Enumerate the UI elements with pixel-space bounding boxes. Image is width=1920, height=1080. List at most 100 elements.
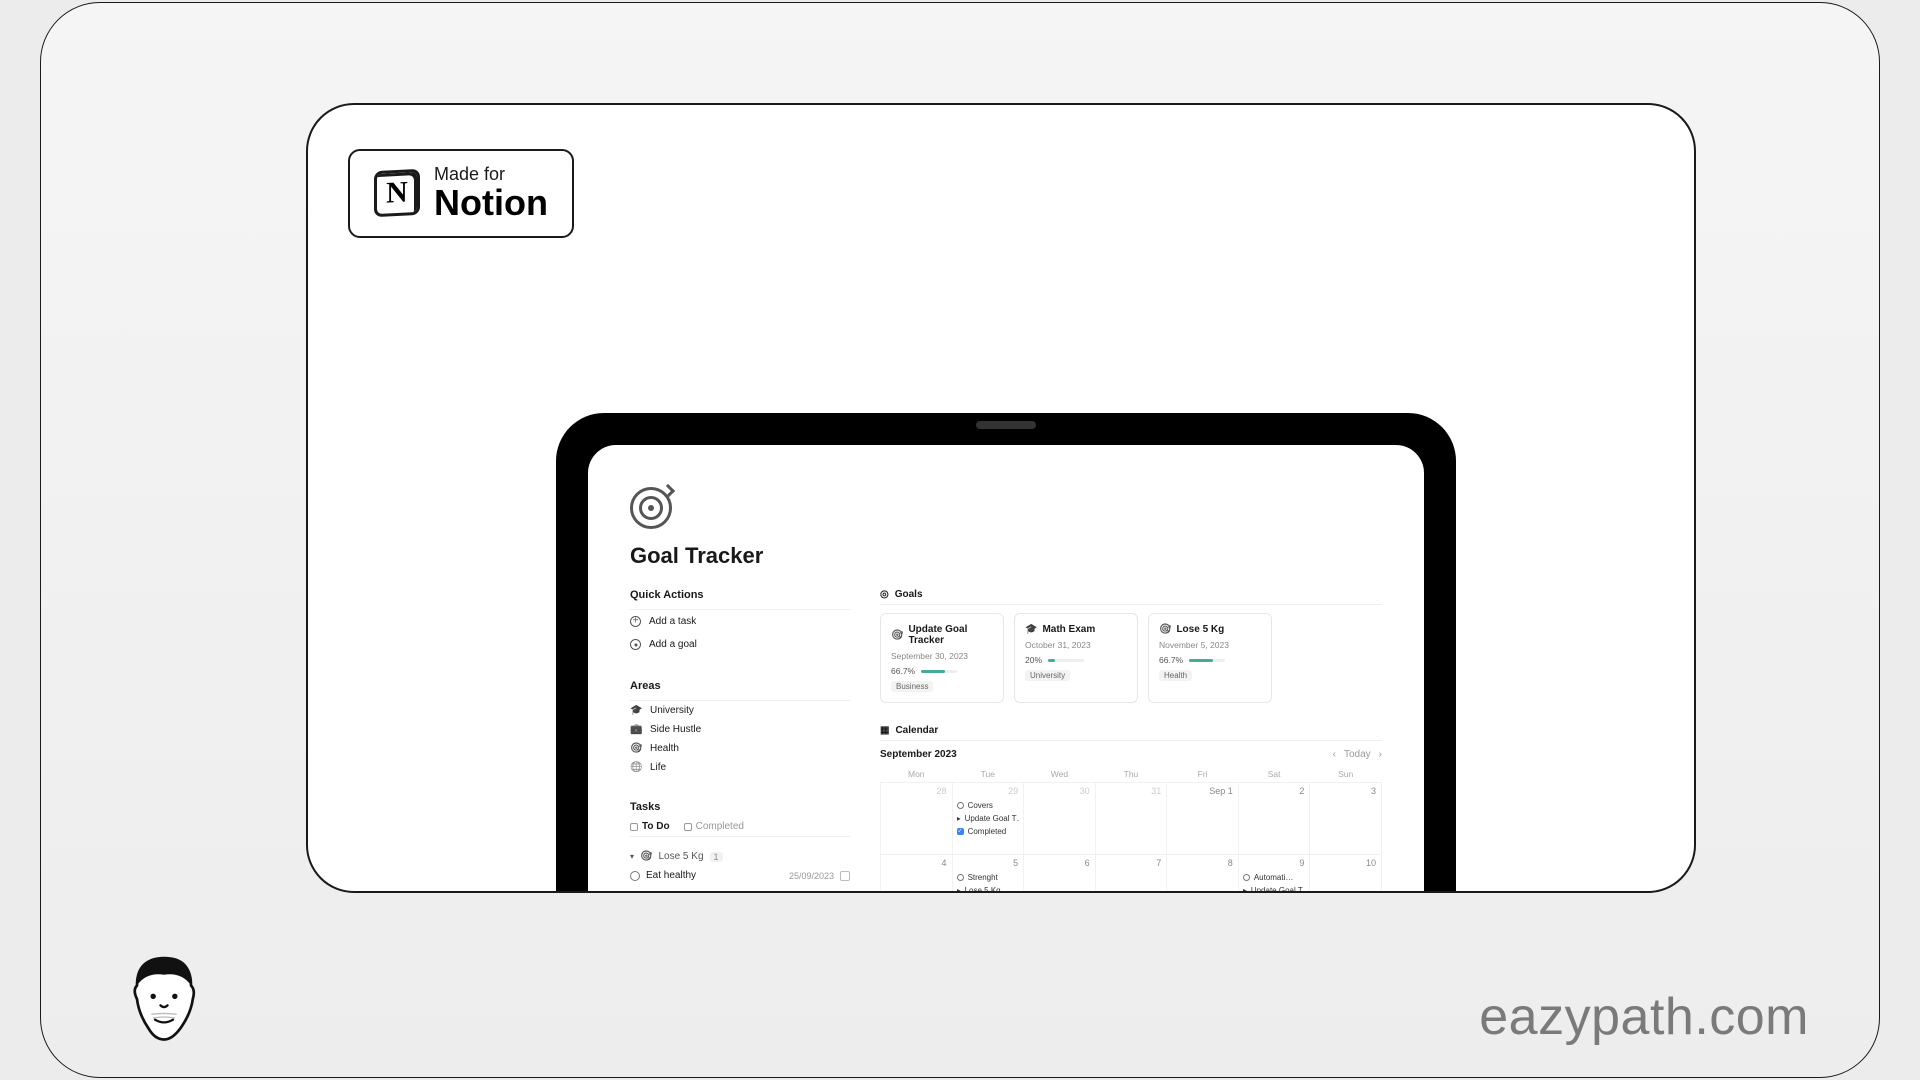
add-task-button[interactable]: Add a task [630, 610, 850, 633]
badge-line-2: Notion [434, 184, 548, 222]
calendar-dow: Mon [881, 766, 953, 783]
calendar-header: September 2023 ‹ Today › [880, 749, 1382, 760]
goal-title: Math Exam [1042, 624, 1095, 635]
goals-view-label: Goals [895, 589, 923, 600]
goal-card[interactable]: 🎯Update Goal Tracker September 30, 2023 … [880, 613, 1004, 703]
goal-tag: Business [891, 681, 933, 692]
graduation-cap-icon: 🎓 [1025, 624, 1037, 635]
calendar-event[interactable]: ▸Lose 5 Kg [957, 885, 1020, 893]
calendar-day-number: 7 [1156, 858, 1161, 868]
target-icon: 🎯 [630, 743, 642, 754]
task-group-toggle[interactable]: ▾ 🎯 Lose 5 Kg 1 [630, 847, 850, 866]
tablet-camera [976, 421, 1036, 429]
tab-todo[interactable]: To Do [630, 821, 670, 832]
calendar-event[interactable]: Strenght [957, 872, 1020, 883]
calendar-cell[interactable]: 3 [1310, 783, 1382, 855]
calendar-event[interactable]: ▸Update Goal T… [1243, 885, 1306, 893]
calendar-view-tab[interactable]: ▦ Calendar [880, 725, 1382, 741]
goal-card[interactable]: 🎓Math Exam October 31, 2023 20% Universi… [1014, 613, 1138, 703]
calendar-cell[interactable]: 2 [1238, 783, 1310, 855]
chevron-down-icon: ▾ [630, 852, 634, 861]
area-label: Side Hustle [650, 724, 701, 735]
goal-title: Lose 5 Kg [1176, 624, 1224, 635]
author-avatar [119, 949, 209, 1049]
calendar-dow: Fri [1167, 766, 1239, 783]
calendar-event[interactable]: ▸ Update Goal T… [957, 813, 1020, 824]
target-icon: 🎯 [1159, 624, 1171, 635]
calendar-month: September 2023 [880, 749, 957, 760]
calendar-day-number: 28 [937, 786, 947, 796]
globe-icon: 🌐 [630, 762, 642, 773]
calendar-event[interactable]: Automati… [1243, 872, 1306, 883]
list-icon [684, 823, 692, 831]
task-row[interactable]: Eat healthy 25/09/2023 [630, 866, 850, 885]
sidebar-area-item[interactable]: 🌐 Life [630, 758, 850, 777]
calendar-cell[interactable]: 4 [881, 855, 953, 894]
made-for-notion-badge: N Made for Notion [348, 149, 574, 238]
sidebar-area-item[interactable]: 🎓University [630, 701, 850, 720]
calendar-icon: ▦ [880, 725, 889, 736]
event-label: Update Goal T… [965, 813, 1020, 824]
sidebar-area-item[interactable]: 🎯Health [630, 739, 850, 758]
calendar-cell[interactable]: 9Automati…▸Update Goal T…Completed [1238, 855, 1310, 894]
calendar-prev-button[interactable]: ‹ [1333, 749, 1336, 760]
tablet-frame: Goal Tracker Quick Actions Add a task Ad… [556, 413, 1456, 893]
calendar-next-button[interactable]: › [1379, 749, 1382, 760]
calendar-cell[interactable]: 6 [1024, 855, 1096, 894]
goal-date: November 5, 2023 [1159, 640, 1261, 650]
calendar-cell[interactable]: 31 [1095, 783, 1167, 855]
add-goal-button[interactable]: Add a goal [630, 633, 850, 656]
area-label: Life [650, 762, 666, 773]
calendar-event[interactable]: Completed [957, 826, 1020, 837]
task-title: Eat healthy [646, 870, 696, 881]
task-checkbox[interactable] [840, 871, 850, 881]
calendar-cell[interactable]: 10 [1310, 855, 1382, 894]
calendar-day-number: 2 [1299, 786, 1304, 796]
target-icon: 🎯 [640, 851, 652, 862]
calendar-cell[interactable]: 29Covers▸Update Goal T…Completed [952, 783, 1024, 855]
calendar-day-number: 9 [1299, 858, 1304, 868]
goal-date: October 31, 2023 [1025, 640, 1127, 650]
sidebar-area-item[interactable]: 💼 Side Hustle [630, 720, 850, 739]
calendar-event[interactable]: Covers [957, 800, 1020, 811]
goal-percent: 66.7% [1159, 655, 1183, 665]
briefcase-icon: 💼 [630, 724, 642, 735]
calendar-dow: Sat [1238, 766, 1310, 783]
event-sub-icon: ▸ [1243, 885, 1247, 893]
plus-circle-icon [630, 616, 641, 627]
event-sub-icon: ▸ [957, 813, 961, 824]
tab-todo-label: To Do [642, 821, 670, 832]
goal-percent: 20% [1025, 655, 1042, 665]
calendar-dow: Thu [1095, 766, 1167, 783]
calendar-cell[interactable]: 30 [1024, 783, 1096, 855]
target-icon: 🎯 [891, 630, 903, 641]
tab-completed[interactable]: Completed [684, 821, 744, 832]
task-tabs: To Do Completed [630, 821, 850, 837]
calendar-cell[interactable]: 7 [1095, 855, 1167, 894]
calendar-day-number: 5 [1013, 858, 1018, 868]
page-icon-target [630, 487, 672, 529]
calendar-day-number: 8 [1228, 858, 1233, 868]
event-status-open-icon [957, 874, 964, 881]
goal-date: September 30, 2023 [891, 651, 993, 661]
calendar-cell[interactable]: 5Strenght▸Lose 5 KgCompleted [952, 855, 1024, 894]
calendar-dow: Tue [952, 766, 1024, 783]
calendar-today-button[interactable]: Today [1344, 749, 1371, 760]
goal-card[interactable]: 🎯Lose 5 Kg November 5, 2023 66.7% Health [1148, 613, 1272, 703]
event-sub-icon: ▸ [957, 885, 961, 893]
calendar-dow: Wed [1024, 766, 1096, 783]
calendar-day-number: 3 [1371, 786, 1376, 796]
goals-view-tab[interactable]: ◎ Goals [880, 589, 1382, 605]
calendar-day-number: 6 [1085, 858, 1090, 868]
add-task-label: Add a task [649, 616, 696, 627]
calendar-cell[interactable]: Sep 1 [1167, 783, 1239, 855]
promo-frame: N Made for Notion Goal Tracker Quick Act… [40, 2, 1880, 1078]
calendar-day-number: 31 [1151, 786, 1161, 796]
calendar-cell[interactable]: 8 [1167, 855, 1239, 894]
goal-title: Update Goal Tracker [908, 624, 993, 646]
event-label: Covers [968, 800, 993, 811]
calendar-day-number: 30 [1080, 786, 1090, 796]
calendar-cell[interactable]: 28 [881, 783, 953, 855]
event-checkbox-done-icon [957, 828, 964, 835]
task-status-radio[interactable] [630, 871, 640, 881]
